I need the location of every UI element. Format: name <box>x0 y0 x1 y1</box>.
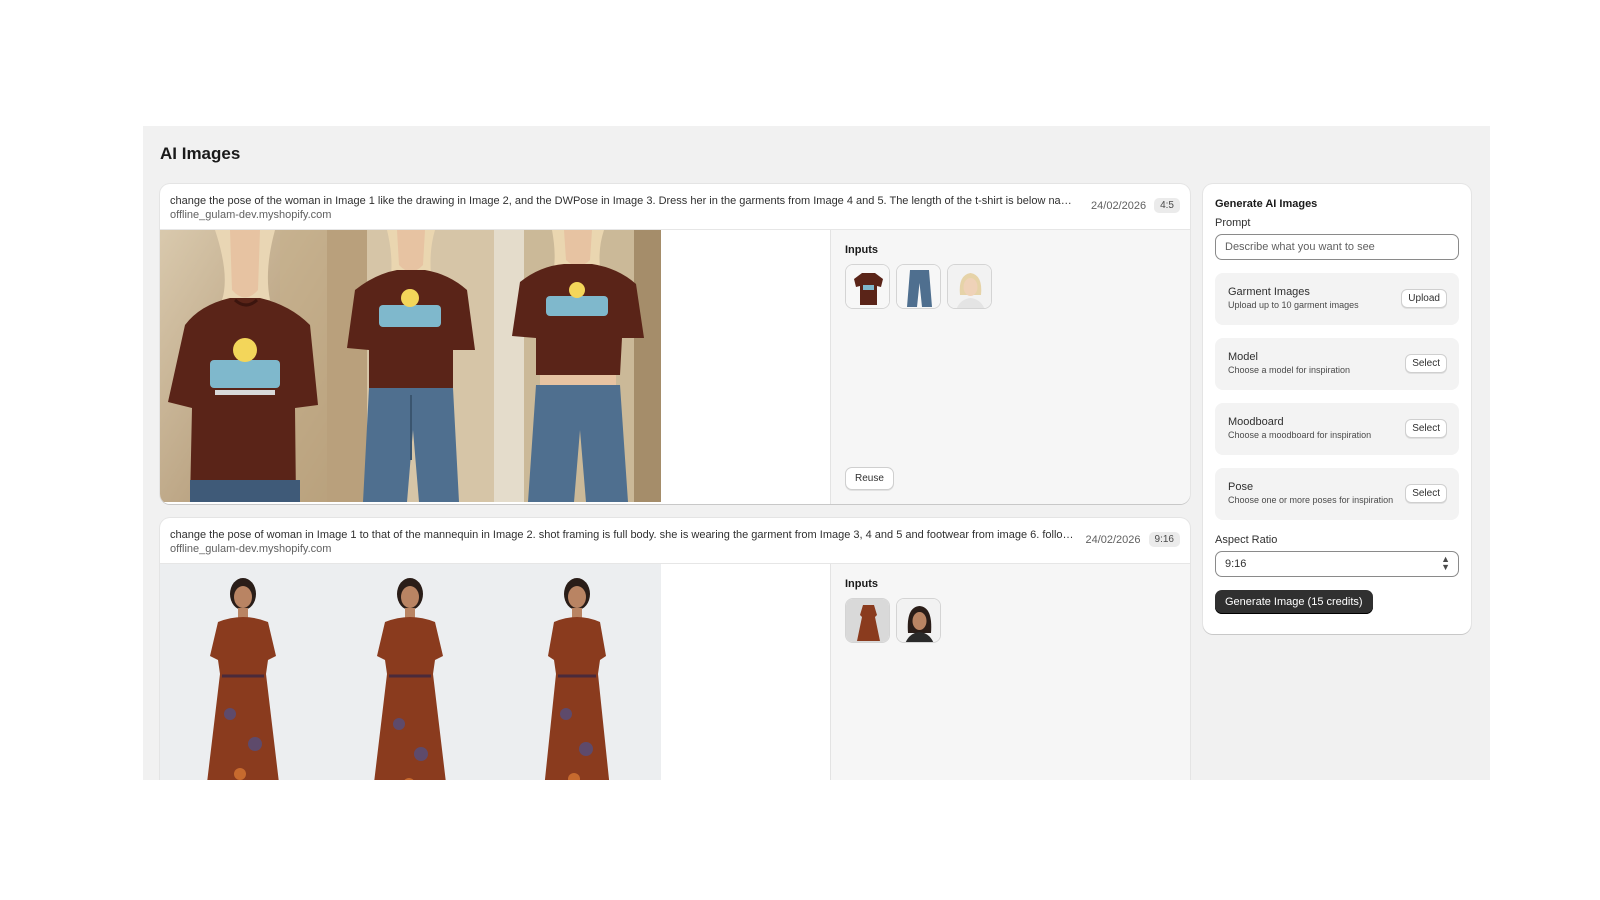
upload-garment-button[interactable]: Upload <box>1401 289 1447 308</box>
generated-image[interactable] <box>327 564 494 780</box>
generated-image[interactable] <box>494 564 661 780</box>
select-moodboard-button[interactable]: Select <box>1405 419 1447 438</box>
generate-title: Generate AI Images <box>1215 198 1318 210</box>
inputs-title: Inputs <box>845 244 878 256</box>
input-thumbnail[interactable] <box>845 264 890 309</box>
result-card-header: change the pose of the woman in Image 1 … <box>160 184 1190 230</box>
result-prompt: change the pose of woman in Image 1 to t… <box>170 529 1075 541</box>
aspect-ratio-label: Aspect Ratio <box>1215 534 1278 546</box>
result-date: 24/02/2026 <box>1085 533 1141 546</box>
prompt-input[interactable] <box>1215 234 1459 260</box>
result-gallery <box>160 230 830 504</box>
generate-image-button[interactable]: Generate Image (15 credits) <box>1215 590 1373 614</box>
generated-image[interactable] <box>160 564 327 780</box>
prompt-label: Prompt <box>1215 217 1251 229</box>
input-thumbnail[interactable] <box>947 264 992 309</box>
result-prompt: change the pose of the woman in Image 1 … <box>170 195 1075 207</box>
chevron-up-down-icon: ▲ ▼ <box>1441 554 1450 572</box>
ratio-badge: 9:16 <box>1148 532 1180 547</box>
generated-image[interactable] <box>494 230 661 504</box>
model-option: Model Choose a model for inspiration Sel… <box>1215 338 1459 390</box>
result-shop: offline_gulam-dev.myshopify.com <box>170 209 332 221</box>
result-card-header: change the pose of woman in Image 1 to t… <box>160 518 1190 564</box>
aspect-ratio-select[interactable]: 9:16 ▲ ▼ <box>1215 551 1459 577</box>
input-thumbnail[interactable] <box>896 598 941 643</box>
inputs-title: Inputs <box>845 578 878 590</box>
generate-panel: Generate AI Images Prompt Garment Images… <box>1203 184 1471 634</box>
ratio-badge: 4:5 <box>1154 198 1180 213</box>
app-frame: AI Images change the pose of the woman i… <box>143 126 1490 780</box>
pose-option: Pose Choose one or more poses for inspir… <box>1215 468 1459 520</box>
garment-images-option: Garment Images Upload up to 10 garment i… <box>1215 273 1459 325</box>
result-shop: offline_gulam-dev.myshopify.com <box>170 543 332 555</box>
moodboard-option: Moodboard Choose a moodboard for inspira… <box>1215 403 1459 455</box>
reuse-button[interactable]: Reuse <box>845 467 894 490</box>
generated-image[interactable] <box>327 230 494 504</box>
result-gallery <box>160 564 830 780</box>
generated-image[interactable] <box>160 230 327 504</box>
result-date: 24/02/2026 <box>1091 199 1147 212</box>
input-thumbnail[interactable] <box>845 598 890 643</box>
result-card: change the pose of the woman in Image 1 … <box>160 184 1190 504</box>
result-card: change the pose of woman in Image 1 to t… <box>160 518 1190 780</box>
input-thumbnail[interactable] <box>896 264 941 309</box>
select-pose-button[interactable]: Select <box>1405 484 1447 503</box>
inputs-panel: Inputs <box>830 230 1190 504</box>
aspect-ratio-value: 9:16 <box>1225 558 1247 570</box>
select-model-button[interactable]: Select <box>1405 354 1447 373</box>
inputs-panel: Inputs <box>830 564 1190 780</box>
page-title: AI Images <box>160 144 241 163</box>
